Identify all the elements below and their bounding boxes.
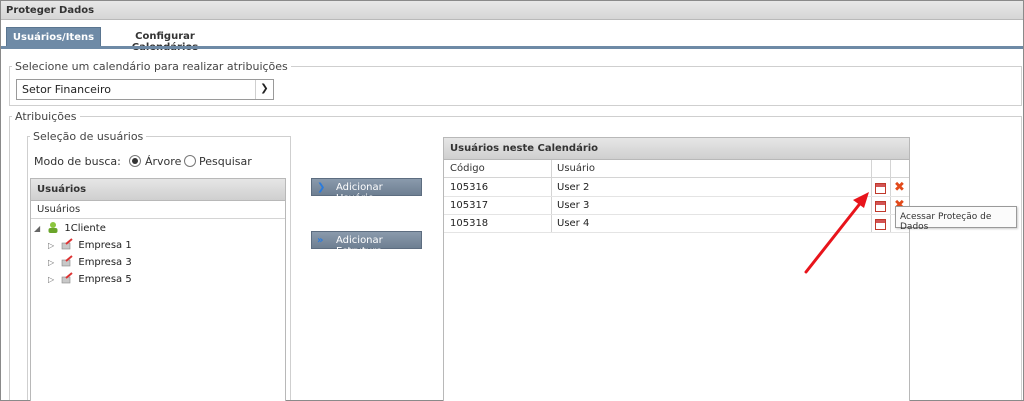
- annotation-arrow: [804, 192, 869, 274]
